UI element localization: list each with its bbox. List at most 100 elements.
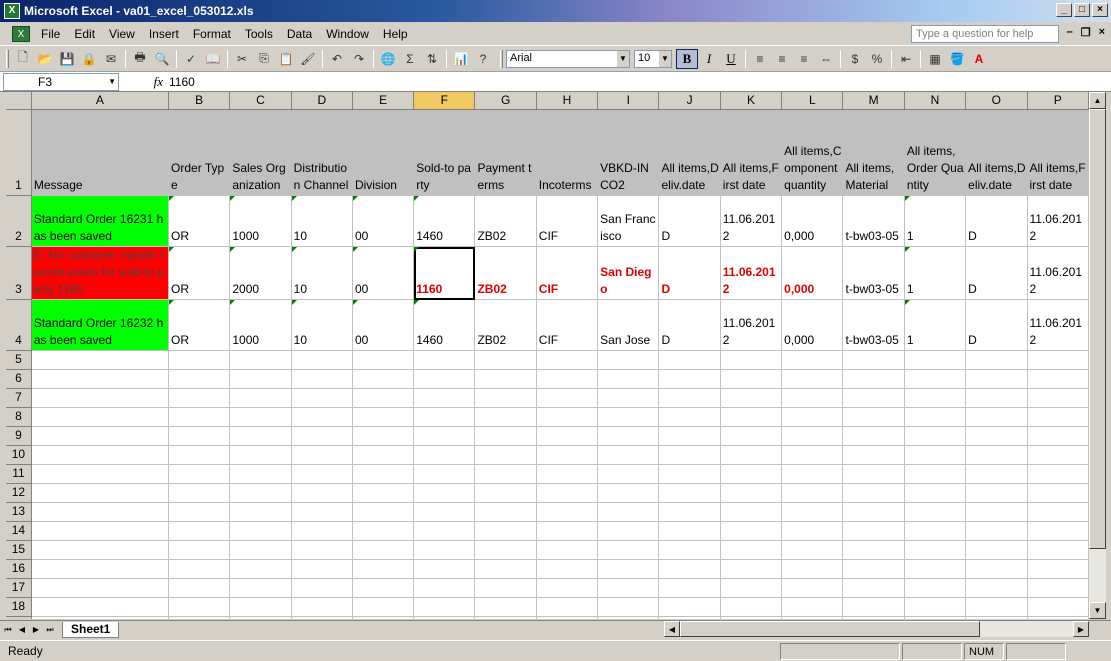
empty-cell[interactable] bbox=[842, 350, 905, 370]
empty-cell[interactable] bbox=[474, 502, 537, 522]
empty-cell[interactable] bbox=[291, 540, 353, 560]
empty-cell[interactable] bbox=[1027, 559, 1089, 579]
empty-cell[interactable] bbox=[168, 483, 231, 503]
header-cell[interactable]: Division bbox=[352, 109, 415, 196]
empty-cell[interactable] bbox=[536, 521, 599, 541]
empty-cell[interactable] bbox=[1027, 369, 1089, 389]
empty-cell[interactable] bbox=[474, 559, 537, 579]
cell[interactable]: 0,000 bbox=[781, 195, 844, 247]
empty-cell[interactable] bbox=[720, 407, 783, 427]
empty-cell[interactable] bbox=[536, 559, 599, 579]
empty-cell[interactable] bbox=[291, 350, 353, 370]
maximize-button[interactable]: □ bbox=[1074, 3, 1090, 17]
empty-cell[interactable] bbox=[720, 597, 783, 617]
empty-cell[interactable] bbox=[31, 578, 170, 598]
column-header-i[interactable]: I bbox=[597, 92, 660, 110]
empty-cell[interactable] bbox=[31, 369, 170, 389]
empty-cell[interactable] bbox=[31, 464, 170, 484]
column-header-k[interactable]: K bbox=[720, 92, 783, 110]
row-header[interactable]: 8 bbox=[6, 407, 32, 427]
empty-cell[interactable] bbox=[352, 464, 415, 484]
empty-cell[interactable] bbox=[781, 445, 844, 465]
cell[interactable]: 10 bbox=[291, 246, 353, 300]
empty-cell[interactable] bbox=[168, 597, 231, 617]
empty-cell[interactable] bbox=[904, 388, 967, 408]
cell[interactable]: ZB02 bbox=[474, 195, 537, 247]
empty-cell[interactable] bbox=[474, 483, 537, 503]
header-cell[interactable]: VBKD-INCO2 bbox=[597, 109, 660, 196]
empty-cell[interactable] bbox=[168, 521, 231, 541]
empty-cell[interactable] bbox=[781, 540, 844, 560]
menu-window[interactable]: Window bbox=[319, 27, 376, 41]
row-header[interactable]: 2 bbox=[6, 195, 32, 247]
empty-cell[interactable] bbox=[781, 597, 844, 617]
empty-cell[interactable] bbox=[965, 445, 1028, 465]
empty-cell[interactable] bbox=[781, 350, 844, 370]
empty-cell[interactable] bbox=[904, 369, 967, 389]
empty-cell[interactable] bbox=[31, 445, 170, 465]
empty-cell[interactable] bbox=[781, 502, 844, 522]
empty-cell[interactable] bbox=[720, 616, 783, 619]
empty-cell[interactable] bbox=[1027, 521, 1089, 541]
column-header-n[interactable]: N bbox=[904, 92, 967, 110]
menu-tools[interactable]: Tools bbox=[238, 27, 280, 41]
empty-cell[interactable] bbox=[781, 616, 844, 619]
empty-cell[interactable] bbox=[352, 350, 415, 370]
empty-cell[interactable] bbox=[291, 616, 353, 619]
empty-cell[interactable] bbox=[658, 578, 721, 598]
empty-cell[interactable] bbox=[536, 388, 599, 408]
print-preview-icon[interactable]: 🔍 bbox=[151, 49, 173, 69]
sort-ascending-icon[interactable]: ⇅ bbox=[421, 49, 443, 69]
empty-cell[interactable] bbox=[720, 578, 783, 598]
cell[interactable]: 00 bbox=[352, 246, 415, 300]
empty-cell[interactable] bbox=[904, 464, 967, 484]
empty-cell[interactable] bbox=[1027, 350, 1089, 370]
spelling-icon[interactable]: ✓ bbox=[180, 49, 202, 69]
empty-cell[interactable] bbox=[904, 426, 967, 446]
empty-cell[interactable] bbox=[168, 445, 231, 465]
empty-cell[interactable] bbox=[904, 350, 967, 370]
row-header[interactable]: 15 bbox=[6, 540, 32, 560]
empty-cell[interactable] bbox=[597, 616, 660, 619]
row-header[interactable]: 19 bbox=[6, 616, 32, 619]
row-header[interactable]: 9 bbox=[6, 426, 32, 446]
header-cell[interactable]: Message bbox=[31, 109, 170, 196]
scroll-left-icon[interactable]: ◀ bbox=[664, 621, 680, 637]
undo-icon[interactable]: ↶ bbox=[326, 49, 348, 69]
empty-cell[interactable] bbox=[413, 540, 476, 560]
empty-cell[interactable] bbox=[352, 540, 415, 560]
empty-cell[interactable] bbox=[842, 483, 905, 503]
empty-cell[interactable] bbox=[597, 521, 660, 541]
doc-close-button[interactable]: × bbox=[1099, 26, 1105, 39]
empty-cell[interactable] bbox=[291, 559, 353, 579]
paste-icon[interactable]: 📋 bbox=[275, 49, 297, 69]
header-cell[interactable]: Sold-to party bbox=[413, 109, 476, 196]
header-cell[interactable]: All items,Deliv.date bbox=[658, 109, 721, 196]
empty-cell[interactable] bbox=[781, 388, 844, 408]
empty-cell[interactable] bbox=[474, 616, 537, 619]
empty-cell[interactable] bbox=[31, 483, 170, 503]
empty-cell[interactable] bbox=[229, 597, 292, 617]
empty-cell[interactable] bbox=[842, 464, 905, 484]
borders-icon[interactable]: ▦ bbox=[924, 49, 946, 69]
header-cell[interactable]: Distribution Channel bbox=[291, 109, 353, 196]
empty-cell[interactable] bbox=[1027, 464, 1089, 484]
cell[interactable]: 1460 bbox=[413, 195, 476, 247]
menu-help[interactable]: Help bbox=[376, 27, 415, 41]
cell[interactable]: D bbox=[658, 299, 721, 351]
empty-cell[interactable] bbox=[720, 445, 783, 465]
cell[interactable]: 1 bbox=[904, 246, 967, 300]
column-header-c[interactable]: C bbox=[229, 92, 292, 110]
empty-cell[interactable] bbox=[720, 426, 783, 446]
empty-cell[interactable] bbox=[1027, 502, 1089, 522]
empty-cell[interactable] bbox=[658, 350, 721, 370]
row-header[interactable]: 5 bbox=[6, 350, 32, 370]
empty-cell[interactable] bbox=[597, 388, 660, 408]
cell[interactable]: 1000 bbox=[229, 195, 292, 247]
empty-cell[interactable] bbox=[31, 559, 170, 579]
save-icon[interactable]: 💾 bbox=[56, 49, 78, 69]
empty-cell[interactable] bbox=[229, 445, 292, 465]
column-header-e[interactable]: E bbox=[352, 92, 415, 110]
empty-cell[interactable] bbox=[965, 559, 1028, 579]
empty-cell[interactable] bbox=[229, 502, 292, 522]
